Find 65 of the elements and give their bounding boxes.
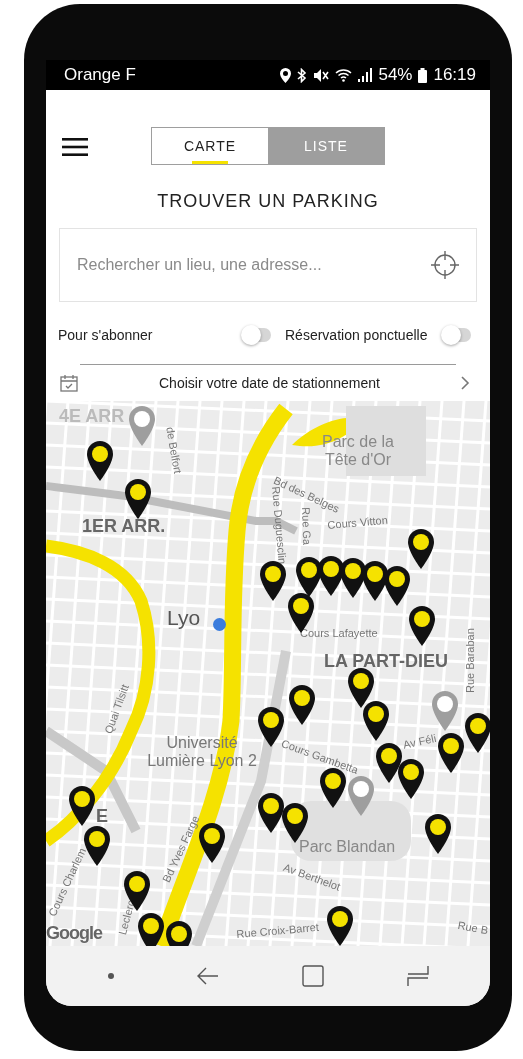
map-pin[interactable] (340, 558, 366, 598)
toggle-switch[interactable] (243, 328, 271, 342)
map-pin[interactable] (363, 701, 389, 741)
recent-apps-icon[interactable] (406, 965, 429, 987)
map-pin[interactable] (69, 786, 95, 826)
chevron-right-icon[interactable] (461, 376, 470, 390)
map-pin[interactable] (384, 566, 410, 606)
map-logo: Google (46, 923, 102, 944)
map-label: Rue Baraban (464, 628, 476, 693)
map-pin[interactable] (199, 823, 225, 863)
map-label: Quai Tilsitt (102, 682, 131, 736)
map-label: Lyo (167, 606, 201, 630)
back-icon[interactable] (196, 967, 219, 985)
bluetooth-icon (297, 67, 308, 83)
wifi-icon (335, 68, 353, 82)
map-pin[interactable] (327, 906, 353, 946)
home-icon[interactable] (301, 965, 324, 987)
map-label: de Belfort (164, 426, 185, 475)
location-icon (280, 67, 292, 83)
map-pin[interactable] (258, 707, 284, 747)
map-label: E (96, 806, 108, 827)
map-pin[interactable] (296, 557, 322, 597)
map-label: Av Féli (402, 732, 438, 751)
filter-label: Réservation ponctuelle (285, 327, 428, 343)
date-picker-link[interactable]: Choisir votre date de stationnement (78, 375, 461, 391)
map-pin[interactable] (125, 479, 151, 519)
map-label: Cours Lafayette (300, 627, 378, 639)
map-pin[interactable] (425, 814, 451, 854)
map-label: Leclerc (116, 898, 137, 937)
map-pin[interactable] (318, 556, 344, 596)
map-label: LA PART-DIEU (324, 651, 448, 672)
signal-icon (358, 68, 373, 82)
map-pin[interactable] (289, 685, 315, 725)
filter-label: Pour s'abonner (58, 327, 153, 343)
map-label: Cours Vitton (327, 513, 389, 531)
mute-icon (313, 67, 330, 83)
map-label: Rue B (456, 919, 490, 937)
map-label: Bd Yves Farge (160, 813, 202, 885)
map-pin[interactable] (409, 606, 435, 646)
menu-icon[interactable] (62, 138, 88, 156)
map-pin[interactable] (465, 713, 490, 753)
dot-icon[interactable] (107, 973, 114, 979)
search-field[interactable]: Rechercher un lieu, une adresse... (59, 228, 477, 302)
page-title: TROUVER UN PARKING (156, 191, 380, 212)
map-pin[interactable] (398, 759, 424, 799)
map-pin[interactable] (408, 529, 434, 569)
clock-time: 16:19 (433, 65, 476, 85)
locate-icon[interactable] (429, 249, 461, 281)
calendar-icon (60, 374, 78, 392)
map-label: Rue Croix-Barret (236, 920, 320, 940)
map-pin[interactable] (438, 733, 464, 773)
map-label: Parc de la Tête d'Or (320, 433, 395, 470)
battery-percent: 54% (378, 65, 413, 85)
map-label: 1ER ARR. (82, 516, 166, 537)
carrier-name: Orange F (64, 65, 137, 85)
battery-icon (418, 67, 428, 83)
toggle-switch[interactable] (443, 328, 471, 342)
map-pin[interactable] (348, 668, 374, 708)
map-label: Parc Blandan (299, 838, 396, 857)
map-label: 4E ARR (59, 406, 125, 427)
map-pin[interactable] (362, 561, 388, 601)
map-pin[interactable] (87, 441, 113, 481)
map-pin[interactable] (84, 826, 110, 866)
map-pin[interactable] (258, 793, 284, 833)
map-pin[interactable] (376, 743, 402, 783)
